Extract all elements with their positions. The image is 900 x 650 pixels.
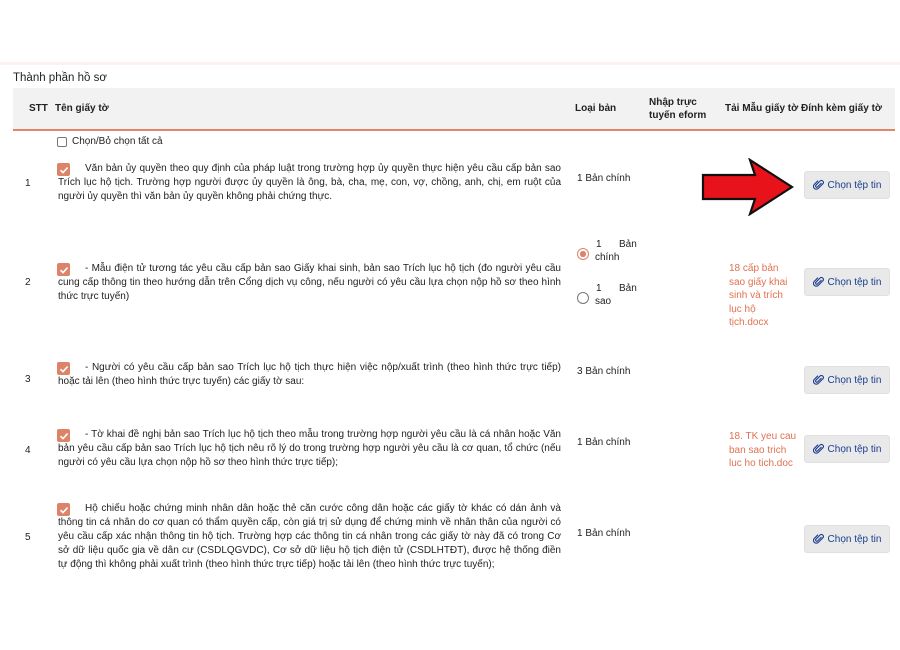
radio-original[interactable]: 1 Bản chính xyxy=(576,239,648,269)
top-divider xyxy=(0,62,900,65)
choose-file-button[interactable]: Chọn tệp tin xyxy=(804,171,890,199)
header-template: Tải Mẫu giấy tờ xyxy=(725,103,799,114)
header-stt: STT xyxy=(29,103,48,114)
choose-file-label: Chọn tệp tin xyxy=(827,374,882,386)
template-download-link[interactable]: 18 cấp bản sao giấy khai sinh và trích l… xyxy=(729,262,797,330)
table-row: 5 Hộ chiếu hoặc chứng minh nhân dân hoặc… xyxy=(13,490,895,586)
header-type: Loại bản xyxy=(575,103,617,114)
row-stt: 3 xyxy=(25,374,31,385)
red-arrow-annotation-icon xyxy=(701,158,794,216)
radio-button[interactable] xyxy=(577,292,589,304)
choose-file-label: Chọn tệp tin xyxy=(827,276,882,288)
row-description: Hộ chiếu hoặc chứng minh nhân dân hoặc t… xyxy=(58,503,561,570)
table-row: 2 - Mẫu điện tử tương tác yêu cầu cấp bả… xyxy=(13,225,895,349)
paperclip-icon xyxy=(812,276,824,287)
row-stt: 1 xyxy=(25,178,31,189)
row-stt: 4 xyxy=(25,445,31,456)
paperclip-icon xyxy=(812,443,824,454)
top-band xyxy=(0,0,900,62)
header-attach: Đính kèm giấy tờ xyxy=(801,103,883,114)
section-title: Thành phần hồ sơ xyxy=(13,72,107,84)
row-description: Văn bản ủy quyền theo quy định của pháp … xyxy=(58,163,561,202)
header-eform: Nhập trực tuyến eform xyxy=(649,97,707,121)
select-all-toggle[interactable]: Chọn/Bỏ chọn tất cả xyxy=(57,136,163,147)
select-all-label: Chọn/Bỏ chọn tất cả xyxy=(72,136,163,147)
paperclip-icon xyxy=(812,533,824,544)
row-description: - Mẫu điện tử tương tác yêu cầu cấp bản … xyxy=(58,263,561,302)
type-radio-group: 1 Bản chính 1 Bản sao xyxy=(576,239,648,313)
radio-subtype: sao xyxy=(595,296,612,307)
header-name: Tên giấy tờ xyxy=(55,103,109,114)
table-row: 4 - Tờ khai đề nghị bản sao Trích lục hộ… xyxy=(13,412,895,491)
radio-count: 1 xyxy=(596,283,602,294)
choose-file-label: Chọn tệp tin xyxy=(827,533,882,545)
row-type: 1 Bản chính xyxy=(577,173,631,184)
choose-file-button[interactable]: Chọn tệp tin xyxy=(804,366,890,394)
template-download-link[interactable]: 18. TK yeu cau ban sao trich luc ho tich… xyxy=(729,430,797,471)
select-all-checkbox[interactable] xyxy=(57,136,67,147)
table-row: 3 - Người có yêu cầu cấp bản sao Trích l… xyxy=(13,348,895,413)
choose-file-button[interactable]: Chọn tệp tin xyxy=(804,268,890,296)
radio-count: 1 xyxy=(596,239,602,250)
row-stt: 2 xyxy=(25,277,31,288)
row-type: 3 Bản chính xyxy=(577,366,631,377)
paperclip-icon xyxy=(812,374,824,385)
radio-button-selected[interactable] xyxy=(577,248,589,260)
radio-subtype: chính xyxy=(595,252,620,263)
choose-file-label: Chọn tệp tin xyxy=(827,179,882,191)
radio-kind: Bản xyxy=(619,239,637,250)
paperclip-icon xyxy=(812,179,824,190)
row-stt: 5 xyxy=(25,532,31,543)
row-type: 1 Bản chính xyxy=(577,528,631,539)
choose-file-label: Chọn tệp tin xyxy=(827,443,882,455)
choose-file-button[interactable]: Chọn tệp tin xyxy=(804,525,890,553)
radio-copy[interactable]: 1 Bản sao xyxy=(576,283,648,313)
row-type: 1 Bản chính xyxy=(577,437,631,448)
choose-file-button[interactable]: Chọn tệp tin xyxy=(804,435,890,463)
bottom-whitespace xyxy=(0,586,900,650)
row-description: - Tờ khai đề nghị bản sao Trích lục hộ t… xyxy=(58,429,561,468)
radio-kind: Bản xyxy=(619,283,637,294)
table-header: STT Tên giấy tờ Loại bản Nhập trực tuyến… xyxy=(13,88,895,131)
row-description: - Người có yêu cầu cấp bản sao Trích lục… xyxy=(58,362,561,387)
